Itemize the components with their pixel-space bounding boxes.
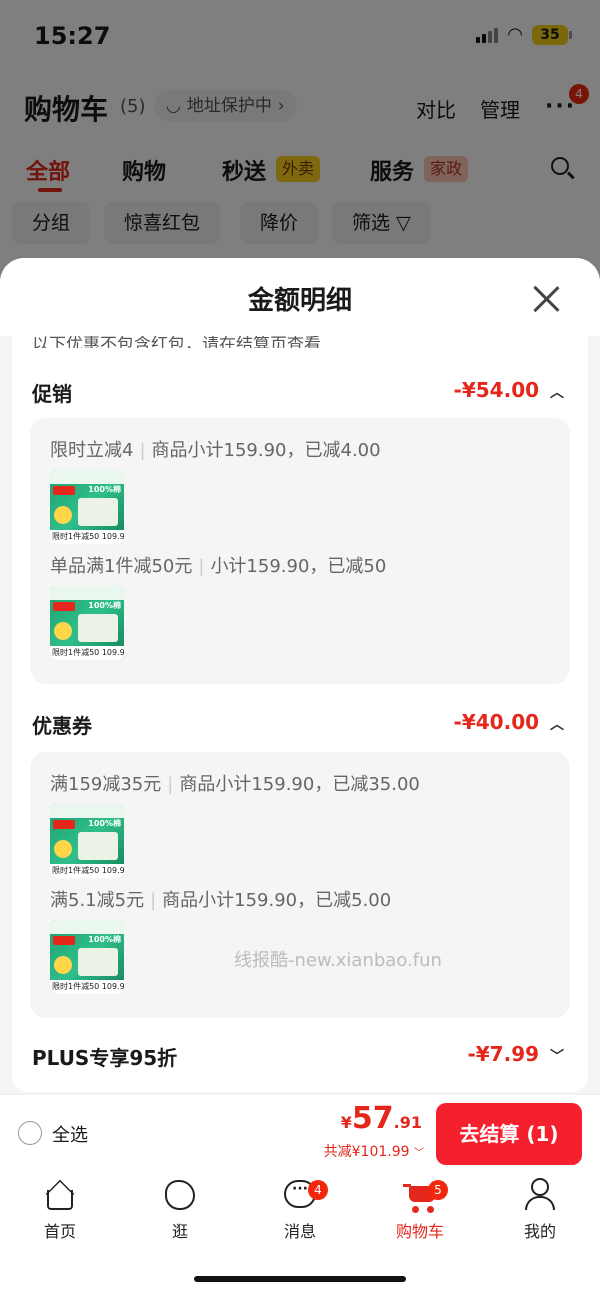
tabbar-label: 首页 — [43, 1222, 76, 1241]
chevron-up-icon: ︿ — [550, 717, 564, 733]
section-title-promotion: 促销 — [32, 382, 72, 406]
tabbar-item-home[interactable]: 首页 — [10, 1178, 110, 1242]
tabbar-item-me[interactable]: 我的 — [490, 1178, 590, 1242]
tabbar-item-browse[interactable]: 逛 — [130, 1178, 230, 1242]
detail-line-desc: 商品小计159.90，已减4.00 — [151, 440, 381, 461]
product-bottom-label: 限时1件减50 109.9 — [50, 980, 124, 994]
sheet-header: 金额明细 — [0, 258, 600, 336]
section-title-plus: PLUS专享95折 — [32, 1046, 178, 1070]
checkout-button[interactable]: 去结算 (1) — [436, 1103, 582, 1165]
close-icon[interactable] — [532, 284, 560, 312]
coupon-amount-value: -¥40.00 — [453, 710, 540, 734]
red-packet-note: 以下优惠不包含红包，请在结算页查看 — [32, 336, 321, 348]
chevron-up-icon: ︿ — [550, 385, 564, 401]
browse-face-icon — [163, 1178, 197, 1212]
product-bottom-label: 限时1件减50 109.9 — [50, 530, 124, 544]
product-thumbnail[interactable]: 100%棉 限时1件减50 109.9 — [50, 470, 124, 544]
detail-line-name: 单品满1件减50元 — [50, 556, 193, 577]
product-thumbnail[interactable]: 100%棉 限时1件减50 109.9 — [50, 804, 124, 878]
product-thumbnail[interactable]: 100%棉 限时1件减50 109.9 — [50, 586, 124, 660]
detail-line-name: 满159减35元 — [50, 774, 162, 795]
section-amount-promotion[interactable]: -¥54.00 ︿ — [454, 378, 564, 402]
tabbar-label: 购物车 — [395, 1222, 444, 1241]
total-price: ¥57.91 — [341, 1101, 422, 1136]
plus-amount-value: -¥7.99 — [467, 1042, 540, 1066]
promotion-detail-box: 限时立减4 | 商品小计159.90，已减4.00 100%棉 限时1件减50 10… — [30, 418, 570, 684]
product-top-text: 100%棉 — [88, 601, 121, 610]
product-thumbnail[interactable]: 100%棉 限时1件减50 109.9 — [50, 920, 124, 994]
detail-line: 限时立减4 | 商品小计159.90，已减4.00 — [50, 440, 381, 461]
tabbar-item-messages[interactable]: ··· 消息 4 — [250, 1178, 350, 1242]
price-decimal: .91 — [393, 1113, 422, 1132]
promotion-amount-value: -¥54.00 — [453, 378, 540, 402]
sheet-title: 金额明细 — [247, 286, 352, 316]
user-icon — [523, 1178, 557, 1212]
product-top-text: 100%棉 — [88, 935, 121, 944]
detail-line: 满5.1减5元 | 商品小计159.90，已减5.00 — [50, 890, 392, 911]
sheet-body: 以下优惠不包含红包，请在结算页查看 促销 -¥54.00 ︿ 限时立减4 | 商品小… — [12, 336, 588, 1092]
cart-badge: 5 — [428, 1180, 448, 1200]
detail-line-name: 满5.1减5元 — [50, 890, 145, 911]
select-all-radio[interactable] — [18, 1121, 42, 1145]
product-bottom-label: 限时1件减50 109.9 — [50, 646, 124, 660]
product-top-text: 100%棉 — [88, 485, 121, 494]
coupon-detail-box: 满159减35元 | 商品小计159.90，已减35.00 100%棉 限时1件减5… — [30, 752, 570, 1018]
chevron-down-icon: ﹀ — [414, 1148, 424, 1159]
detail-line-desc: 商品小计159.90，已减5.00 — [162, 890, 392, 911]
section-amount-coupon[interactable]: -¥40.00 ︿ — [454, 710, 564, 734]
tabbar-label: 逛 — [171, 1222, 188, 1241]
detail-line-desc: 商品小计159.90，已减35.00 — [179, 774, 420, 795]
product-bottom-label: 限时1件减50 109.9 — [50, 864, 124, 878]
section-amount-plus[interactable]: -¥7.99 ﹀ — [467, 1042, 564, 1066]
tabbar-item-cart[interactable]: 购物车 5 — [370, 1178, 470, 1242]
detail-line: 满159减35元 | 商品小计159.90，已减35.00 — [50, 774, 420, 795]
detail-line-desc: 小计159.90，已减50 — [210, 556, 387, 577]
select-all-label[interactable]: 全选 — [52, 1121, 88, 1147]
tabbar-label: 我的 — [523, 1222, 556, 1241]
chevron-down-icon: ﹀ — [550, 1049, 564, 1065]
checkout-bar: 全选 ¥57.91 共减¥101.99 ﹀ 去结算 (1) — [0, 1094, 600, 1170]
detail-line-name: 限时立减4 — [50, 440, 134, 461]
price-integer: 57 — [351, 1101, 394, 1136]
tabbar-label: 消息 — [283, 1222, 316, 1241]
watermark: 线报酷-new.xianbao.fun — [234, 950, 442, 971]
detail-line: 单品满1件减50元 | 小计159.90，已减50 — [50, 556, 387, 577]
section-title-coupon: 优惠券 — [32, 714, 92, 738]
total-saved-label: 共减¥101.99 — [323, 1144, 410, 1160]
product-top-text: 100%棉 — [88, 819, 121, 828]
currency-symbol: ¥ — [340, 1113, 352, 1132]
total-saved[interactable]: 共减¥101.99 ﹀ — [324, 1141, 424, 1161]
home-icon — [43, 1178, 77, 1212]
home-indicator — [194, 1276, 406, 1282]
messages-badge: 4 — [308, 1180, 328, 1200]
